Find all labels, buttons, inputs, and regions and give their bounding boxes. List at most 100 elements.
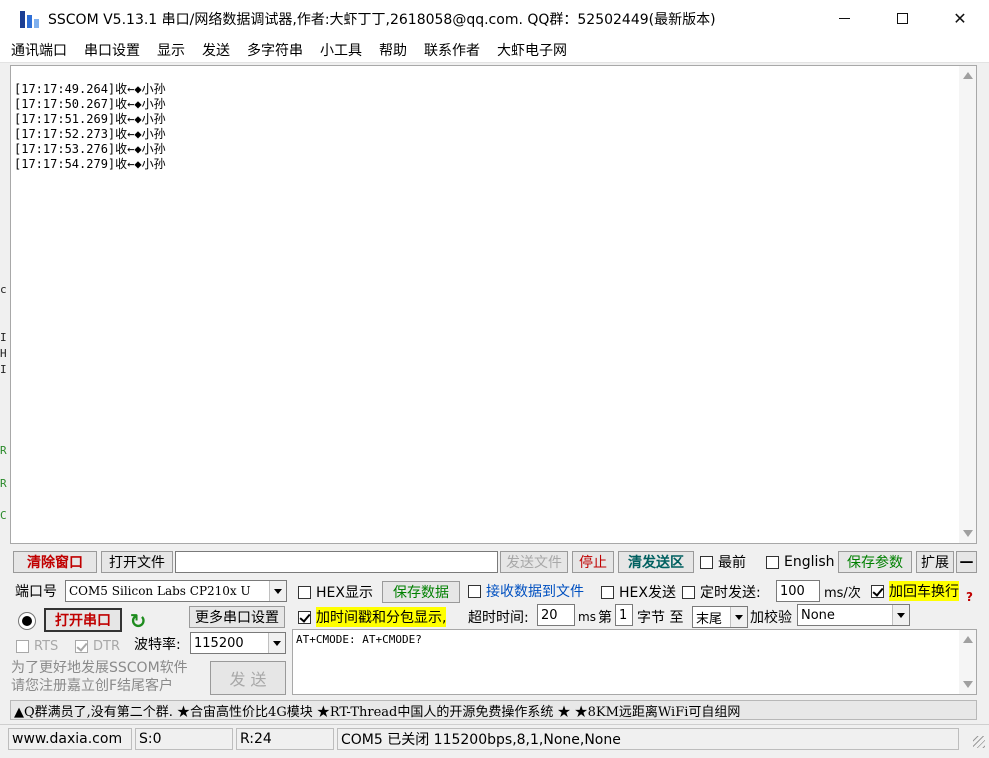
end-select-value: 末尾 — [696, 611, 723, 627]
save-params-button[interactable]: 保存参数 — [838, 551, 912, 573]
file-path-input[interactable] — [175, 551, 498, 573]
maximize-button[interactable] — [873, 0, 931, 37]
clear-window-button[interactable]: 清除窗口 — [13, 551, 97, 573]
refresh-icon[interactable]: ↻ — [127, 609, 149, 633]
background-window-fragment: I — [0, 363, 7, 376]
timeout-unit: ms — [578, 610, 596, 624]
interval-unit: ms/次 — [824, 585, 861, 601]
log-line: [17:17:49.264]收←◆小孙 — [14, 82, 166, 96]
open-file-button[interactable]: 打开文件 — [101, 551, 173, 573]
title-bar: SSCOM V5.13.1 串口/网络数据调试器,作者:大虾丁丁,2618058… — [0, 0, 989, 37]
status-website[interactable]: www.daxia.com — [8, 728, 132, 750]
app-logo-icon — [18, 8, 40, 30]
receive-log: [17:17:49.264]收←◆小孙 [17:17:50.267]收←◆小孙 [1… — [14, 82, 166, 172]
rts-checkbox[interactable]: RTS — [16, 635, 58, 657]
timed-send-checkbox[interactable]: 定时发送: — [682, 581, 761, 603]
background-window-fragment: R — [0, 477, 7, 490]
dtr-checkbox[interactable]: DTR — [75, 635, 120, 657]
timestamp-checkbox[interactable]: 加时间戳和分包显示, — [298, 606, 447, 628]
interval-input[interactable]: 100 — [776, 580, 820, 602]
checkbox-checked-icon — [75, 639, 88, 653]
status-bar: www.daxia.com S:0 R:24 COM5 已关闭 115200bp… — [0, 724, 989, 758]
maximize-icon — [896, 13, 908, 24]
news-ticker[interactable]: ▲Q群满员了,没有第二个群. ★合宙高性价比4G模块 ★RT-Thread中国人… — [10, 700, 977, 720]
send-input[interactable]: AT+CMODE: AT+CMODE? — [292, 629, 977, 695]
menu-help[interactable]: 帮助 — [379, 40, 407, 60]
dtr-label: DTR — [93, 638, 120, 654]
stop-button[interactable]: 停止 — [572, 551, 614, 573]
port-label: 端口号 — [15, 584, 57, 600]
status-port-state: COM5 已关闭 115200bps,8,1,None,None — [337, 728, 959, 750]
hex-display-checkbox[interactable]: HEX显示 — [298, 581, 373, 603]
scroll-up-icon[interactable] — [963, 636, 973, 643]
nth-byte-input[interactable]: 1 — [615, 604, 633, 626]
port-status-indicator — [18, 612, 36, 630]
send-button[interactable]: 发 送 — [210, 661, 286, 695]
rts-label: RTS — [34, 638, 59, 654]
background-window-fragment: R — [0, 444, 7, 457]
save-data-button[interactable]: 保存数据 — [382, 581, 460, 603]
log-line: [17:17:53.276]收←◆小孙 — [14, 142, 166, 156]
baud-select-value: 115200 — [194, 635, 244, 651]
hex-send-checkbox[interactable]: HEX发送 — [601, 581, 676, 603]
resize-grip-icon[interactable] — [973, 736, 985, 748]
checkbox-icon — [298, 585, 311, 599]
checkbox-icon — [700, 555, 713, 569]
menu-serial-settings[interactable]: 串口设置 — [84, 40, 140, 60]
baud-select[interactable]: 115200 — [190, 632, 286, 654]
checkbox-checked-icon — [871, 584, 884, 598]
clear-send-button[interactable]: 清发送区 — [618, 551, 694, 573]
english-label: English — [784, 554, 835, 570]
window-controls: ✕ — [815, 0, 989, 37]
checksum-select-value: None — [801, 607, 835, 623]
promo-line-2: 请您注册嘉立创F结尾客户 — [11, 678, 174, 694]
chevron-down-icon — [892, 605, 909, 625]
minimize-button[interactable] — [815, 0, 873, 37]
nth-label: 第 — [598, 610, 612, 626]
promo-line-1: 为了更好地发展SSCOM软件 — [11, 660, 188, 676]
checkbox-checked-icon — [298, 610, 311, 624]
receive-scrollbar[interactable] — [959, 66, 976, 543]
close-button[interactable]: ✕ — [931, 0, 989, 37]
scroll-up-icon[interactable] — [963, 72, 973, 79]
crlf-checkbox[interactable]: 加回车换行 — [871, 580, 959, 602]
english-checkbox[interactable]: English — [766, 551, 835, 573]
collapse-button[interactable]: — — [956, 551, 977, 573]
chevron-down-icon — [268, 633, 285, 653]
send-text: AT+CMODE: AT+CMODE? — [296, 633, 422, 646]
menu-tools[interactable]: 小工具 — [320, 40, 362, 60]
log-line: [17:17:54.279]收←◆小孙 — [14, 157, 166, 171]
open-port-button[interactable]: 打开串口 — [44, 608, 122, 632]
expand-button[interactable]: 扩展 — [916, 551, 954, 573]
recv-to-file-checkbox[interactable]: 接收数据到文件 — [468, 580, 584, 602]
send-file-button[interactable]: 发送文件 — [500, 551, 568, 573]
scroll-down-icon[interactable] — [963, 681, 973, 688]
menu-multi-string[interactable]: 多字符串 — [247, 40, 303, 60]
log-line: [17:17:50.267]收←◆小孙 — [14, 97, 166, 111]
minimize-icon — [838, 18, 850, 19]
always-on-top-checkbox[interactable]: 最前 — [700, 551, 746, 573]
help-icon[interactable]: ? — [966, 590, 973, 604]
background-window-fragment: H — [0, 347, 7, 360]
end-select[interactable]: 末尾 — [692, 606, 748, 628]
checkbox-icon — [601, 585, 614, 599]
more-serial-settings-button[interactable]: 更多串口设置 — [189, 606, 285, 628]
receive-area[interactable]: [17:17:49.264]收←◆小孙 [17:17:50.267]收←◆小孙 [1… — [10, 65, 977, 544]
menu-send[interactable]: 发送 — [202, 40, 230, 60]
always-on-top-label: 最前 — [718, 555, 746, 571]
send-scrollbar[interactable] — [959, 630, 976, 694]
recv-to-file-label: 接收数据到文件 — [486, 584, 584, 600]
menu-daxia-website[interactable]: 大虾电子网 — [497, 40, 567, 60]
scroll-down-icon[interactable] — [963, 530, 973, 537]
menu-comm-port[interactable]: 通讯端口 — [11, 40, 67, 60]
crlf-label: 加回车换行 — [889, 581, 959, 601]
hex-send-label: HEX发送 — [619, 585, 676, 601]
background-window-fragment: I — [0, 331, 7, 344]
timeout-input[interactable]: 20 — [537, 604, 575, 626]
menu-contact-author[interactable]: 联系作者 — [424, 40, 480, 60]
menu-display[interactable]: 显示 — [157, 40, 185, 60]
record-dot-icon — [22, 616, 32, 626]
checksum-select[interactable]: None — [797, 604, 910, 626]
status-sent-count: S:0 — [135, 728, 233, 750]
port-select[interactable]: COM5 Silicon Labs CP210x U — [65, 580, 287, 602]
